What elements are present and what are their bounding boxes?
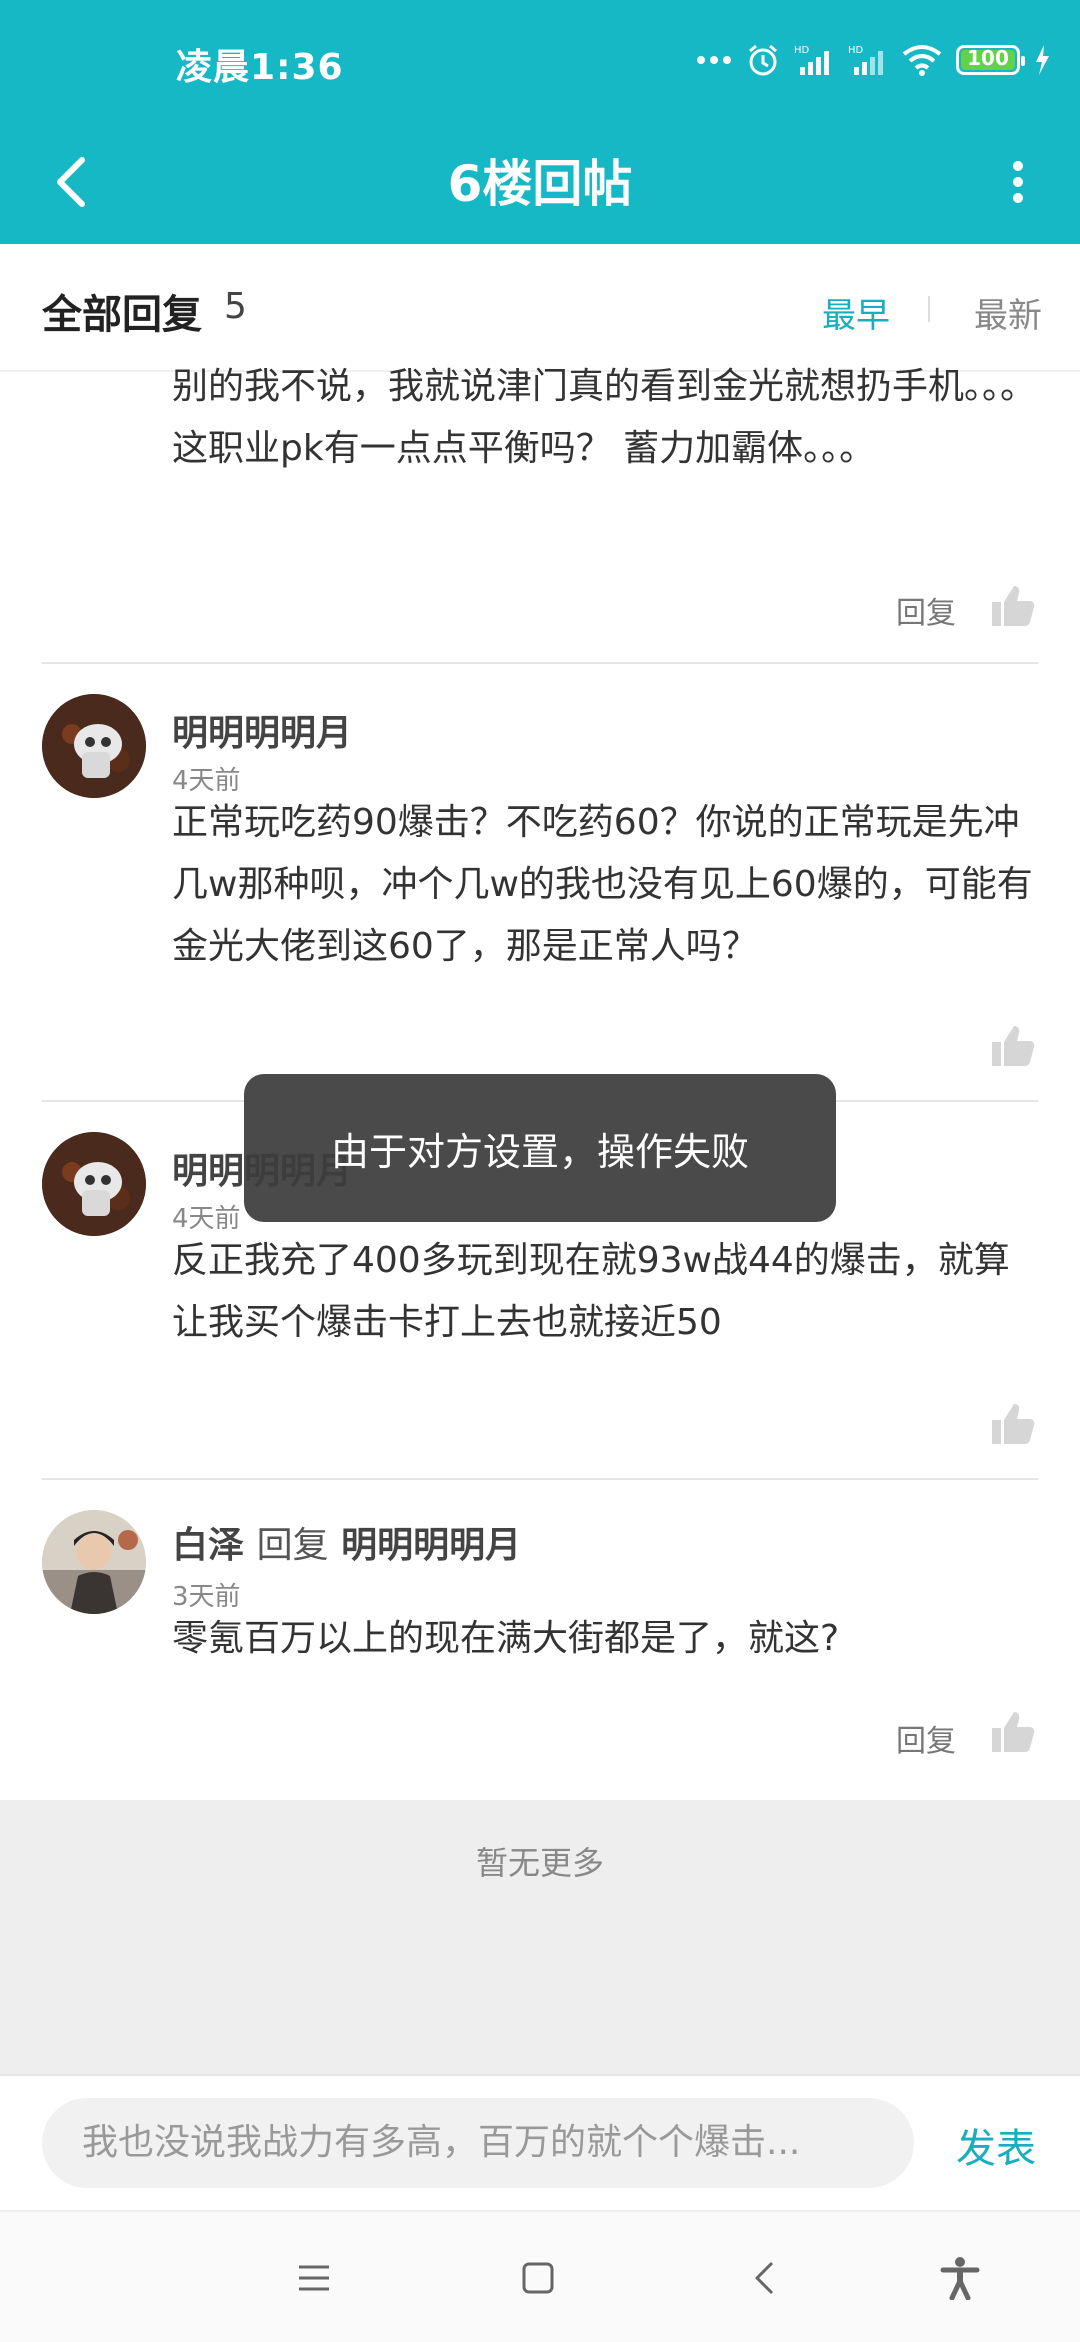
- thumbs-up-icon[interactable]: [988, 1022, 1036, 1070]
- username[interactable]: 白泽: [172, 1525, 244, 1566]
- status-bar: 凌晨1:36 HD HD 100: [0, 0, 1080, 120]
- reply-content: 正常玩吃药90爆击？不吃药60？你说的正常玩是先冲几w那种呗，冲个几w的我也没有…: [172, 802, 1033, 967]
- back-triangle-icon: [755, 2261, 774, 2295]
- thumbs-up-icon[interactable]: [988, 1708, 1036, 1756]
- charging-icon: [1036, 45, 1049, 75]
- accessibility-icon: [940, 2257, 980, 2300]
- reply-author-line: 白泽 回复 明明明明月: [172, 1516, 521, 1568]
- svg-text:HD: HD: [848, 45, 864, 56]
- more-options-button[interactable]: [976, 140, 1060, 224]
- reply-content: 零氪百万以上的现在满大街都是了，就这?: [172, 1618, 840, 1659]
- avatar-image: [42, 1510, 146, 1614]
- sort-earliest-tab[interactable]: 最早: [822, 288, 890, 337]
- reply-input-bar: 我也没说我战力有多高，百万的就个个爆击... 发表: [0, 2074, 1080, 2212]
- alarm-icon: [749, 44, 777, 76]
- reply-content: 别的我不说，我就说津门真的看到金光就想扔手机。。。这职业pk有一点点平衡吗？ 蓄…: [172, 366, 1037, 469]
- avatar-image: [42, 694, 146, 798]
- reply-item: 白泽 回复 明明明明月 3天前 零氪百万以上的现在满大街都是了，就这? 回复: [0, 1480, 1080, 1800]
- app-bar: 6楼回帖: [0, 120, 1080, 244]
- reply-to-label: 回复: [256, 1525, 329, 1566]
- home-square-icon: [522, 2262, 554, 2294]
- reply-item: 别的我不说，我就说津门真的看到金光就想扔手机。。。这职业pk有一点点平衡吗？ 蓄…: [0, 366, 1080, 664]
- wifi-icon: [902, 45, 942, 76]
- reply-count: 5: [224, 286, 247, 327]
- reply-content: 反正我充了400多玩到现在就93w战44的爆击，就算让我买个爆击卡打上去也就接近…: [172, 1240, 1010, 1343]
- svg-text:HD: HD: [794, 45, 810, 56]
- avatar[interactable]: [42, 694, 146, 798]
- send-button[interactable]: 发表: [956, 2116, 1036, 2174]
- reply-item: 明明明明月 4天前 正常玩吃药90爆击？不吃药60？你说的正常玩是先冲几w那种呗…: [0, 664, 1080, 1104]
- more-vertical-icon: [1013, 161, 1023, 203]
- reply-button[interactable]: 回复: [896, 1716, 956, 1760]
- reply-to-username[interactable]: 明明明明月: [341, 1525, 521, 1566]
- back-nav-button[interactable]: [734, 2248, 794, 2308]
- battery-level: 100: [967, 46, 1009, 70]
- menu-icon: [299, 2265, 329, 2291]
- reply-header: 全部回复 5 最早 最新: [0, 244, 1080, 372]
- thumbs-up-icon[interactable]: [988, 582, 1036, 630]
- sort-divider: [928, 296, 930, 322]
- signal-hd-icon-2: HD: [848, 45, 883, 75]
- avatar-image: [42, 1132, 146, 1236]
- menu-nav-button[interactable]: [284, 2248, 344, 2308]
- system-nav-bar: [0, 2210, 1080, 2342]
- no-more-footer: 暂无更多: [0, 1800, 1080, 2074]
- battery-icon: 100: [956, 45, 1025, 75]
- all-replies-title: 全部回复: [42, 292, 202, 338]
- signal-hd-icon: HD: [794, 45, 829, 75]
- thumbs-up-icon[interactable]: [988, 1400, 1036, 1448]
- more-notifications-icon: [697, 56, 731, 64]
- page-title: 6楼回帖: [447, 155, 633, 213]
- status-time: 凌晨1:36: [176, 47, 344, 88]
- username[interactable]: 明明明明月: [172, 704, 352, 756]
- sort-newest-tab[interactable]: 最新: [974, 288, 1042, 337]
- status-icons: HD HD 100: [696, 40, 1050, 80]
- avatar[interactable]: [42, 1510, 146, 1614]
- home-nav-button[interactable]: [508, 2248, 568, 2308]
- accessibility-nav-button[interactable]: [930, 2248, 990, 2308]
- avatar[interactable]: [42, 1132, 146, 1236]
- toast-message: 由于对方设置，操作失败: [244, 1074, 836, 1222]
- reply-button[interactable]: 回复: [896, 588, 956, 632]
- no-more-label: 暂无更多: [475, 1844, 604, 1882]
- reply-input[interactable]: 我也没说我战力有多高，百万的就个个爆击...: [42, 2098, 914, 2188]
